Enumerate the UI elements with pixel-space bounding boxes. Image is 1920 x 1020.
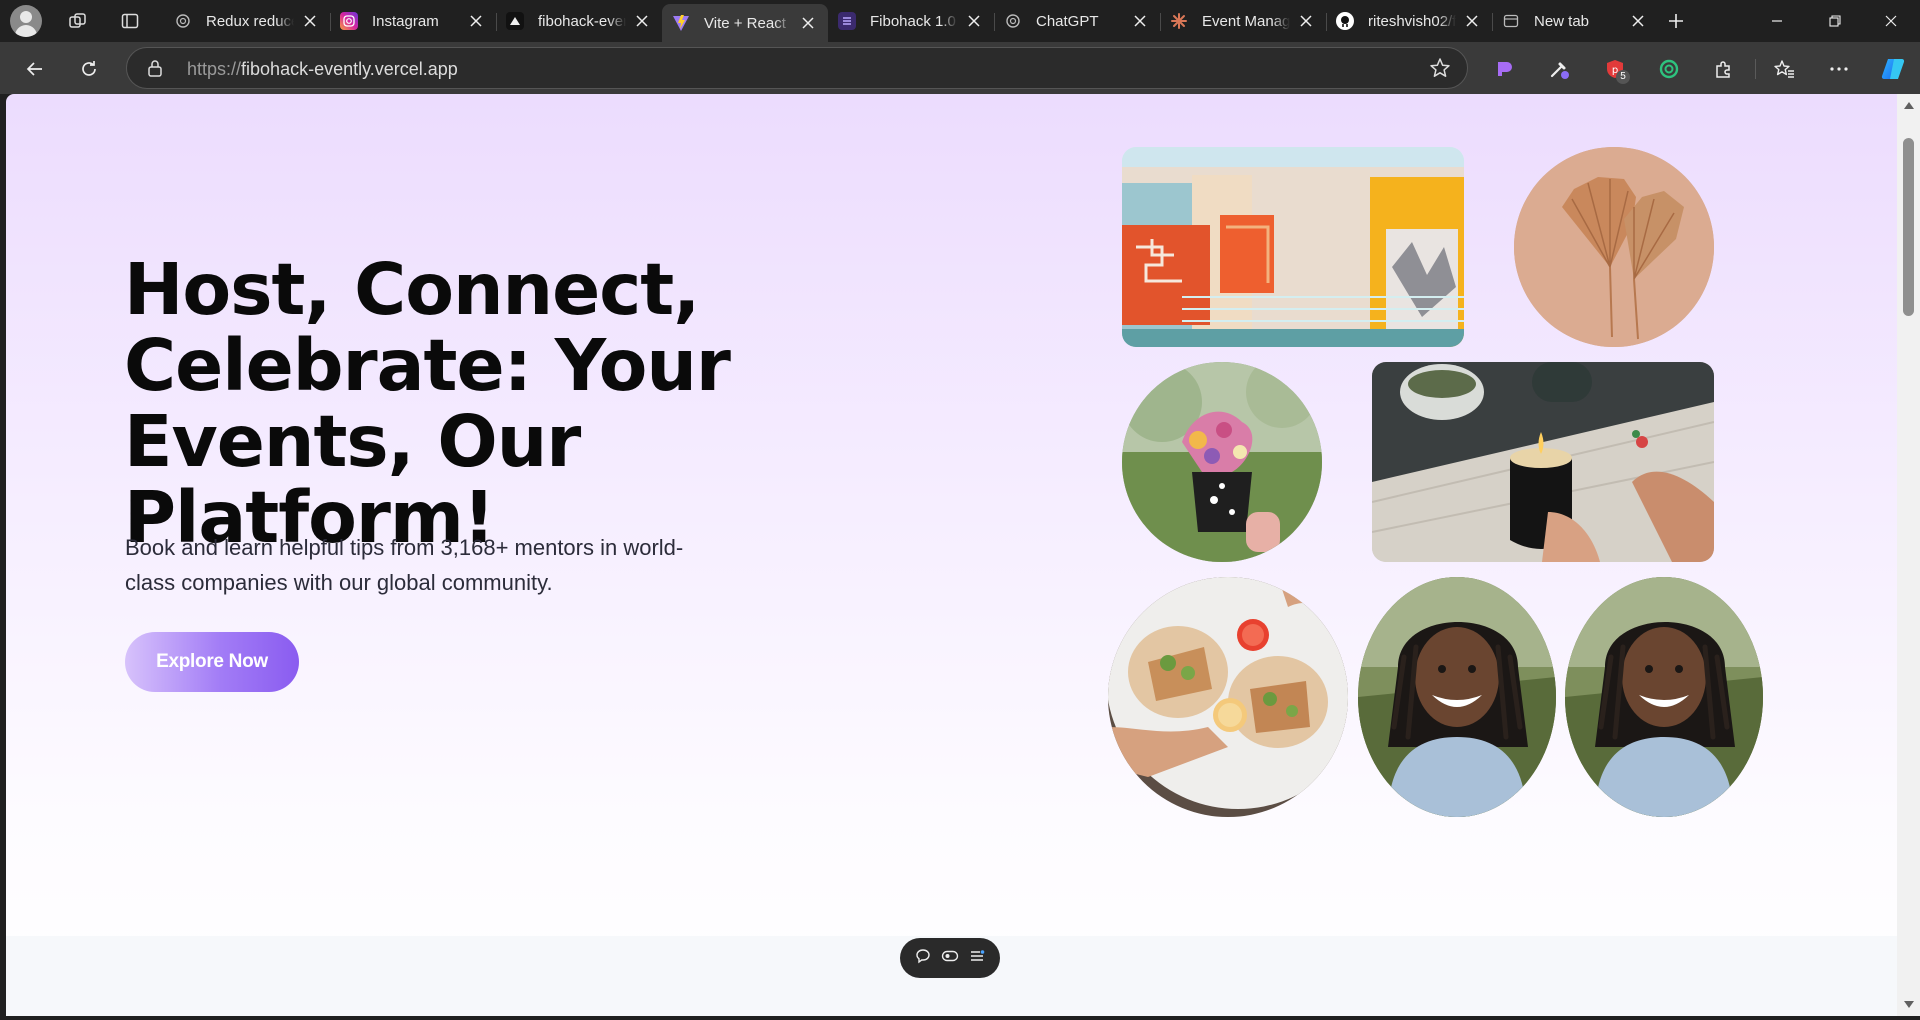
instagram-icon [340,12,358,30]
tab-title: fibohack-evently [538,12,626,30]
explore-now-button[interactable]: Explore Now [125,632,299,692]
candle-on-desk-photo [1372,362,1714,562]
page-scrollbar[interactable] [1897,94,1920,1016]
back-icon[interactable] [18,52,52,86]
address-bar[interactable]: https://fibohack-evently.vercel.app [126,47,1468,89]
dried-palm-leaves-photo [1514,147,1714,347]
tab-title: Redux reducer [206,12,294,30]
page-viewport: Host, Connect, Celebrate: Your Events, O… [6,94,1897,1016]
tab-title: riteshvish02/f [1368,12,1456,30]
food-table-photo [1108,577,1348,817]
vite-icon [672,14,690,32]
url-protocol: https:// [187,59,242,79]
smiling-child-photo [1358,577,1556,817]
favorites-icon[interactable] [1767,52,1801,86]
chatgpt-icon [1004,12,1022,30]
building-photo [1122,147,1464,347]
tab-fibohack-evently[interactable]: fibohack-evently [496,4,662,38]
tab-title: New tab [1534,12,1590,30]
new-tab-button[interactable] [1660,7,1692,35]
tab-github[interactable]: riteshvish02/f [1326,4,1492,38]
tab-title: Event Management [1202,12,1290,30]
copilot-icon[interactable] [1876,52,1910,86]
close-icon[interactable] [964,11,984,31]
flower-bouquet-photo [1122,362,1322,562]
github-icon [1336,12,1354,30]
close-icon[interactable] [466,11,486,31]
close-window-icon[interactable] [1862,0,1920,42]
tab-fibohack[interactable]: Fibohack 1.0 [828,4,994,38]
menu-list-icon[interactable] [969,948,985,969]
tab-instagram[interactable]: Instagram [330,4,496,38]
floating-toolbar [900,938,1000,978]
profile-avatar[interactable] [10,5,42,37]
vertical-tabs-icon[interactable] [114,7,146,35]
url-host: fibohack-evently.vercel.app [241,59,458,79]
tab-title: ChatGPT [1036,12,1099,30]
tab-title: Fibohack 1.0 [870,12,956,30]
scroll-down-icon[interactable] [1904,1001,1914,1008]
extension-shield-icon[interactable]: p 5 [1598,52,1632,86]
chatgpt-icon [174,12,192,30]
vercel-icon [506,12,524,30]
extension-circle-icon[interactable] [1652,52,1686,86]
address-url[interactable]: https://fibohack-evently.vercel.app [187,59,458,80]
tab-list: Redux reducer Instagram fibohack-evently… [164,4,1658,42]
extension-badge: 5 [1616,70,1630,84]
toolbar-separator [1755,59,1756,79]
close-icon[interactable] [300,11,320,31]
close-icon[interactable] [1130,11,1150,31]
more-options-icon[interactable] [1822,52,1856,86]
reload-icon[interactable] [72,52,106,86]
tab-chatgpt[interactable]: ChatGPT [994,4,1160,38]
tab-title: Vite + React [704,14,786,32]
tab-title: Instagram [372,12,439,30]
claude-icon [1170,12,1188,30]
close-icon[interactable] [1296,11,1316,31]
tab-redux-reducer[interactable]: Redux reducer [164,4,330,38]
close-icon[interactable] [1462,11,1482,31]
minimize-icon[interactable] [1748,0,1806,42]
close-icon[interactable] [632,11,652,31]
workspaces-icon[interactable] [62,7,94,35]
toggle-view-icon[interactable] [941,948,959,969]
tab-strip: Redux reducer Instagram fibohack-evently… [0,0,1920,42]
close-icon[interactable] [1628,11,1648,31]
hero-title: Host, Connect, Celebrate: Your Events, O… [124,248,731,559]
favorite-star-icon[interactable] [1429,57,1451,84]
scroll-up-icon[interactable] [1904,102,1914,109]
smiling-child-photo-2 [1565,577,1763,817]
browser-toolbar: https://fibohack-evently.vercel.app p 5 [0,42,1920,94]
extensions-puzzle-icon[interactable] [1707,52,1741,86]
tab-vite-react[interactable]: Vite + React [662,4,828,42]
close-icon[interactable] [798,13,818,33]
devfolio-icon [838,12,856,30]
comment-icon[interactable] [915,948,931,969]
lock-icon[interactable] [147,59,163,82]
hero-subtitle: Book and learn helpful tips from 3,168+ … [125,535,684,595]
newtab-icon [1502,12,1520,30]
extension-purple-icon[interactable] [1487,52,1521,86]
extension-picker-icon[interactable] [1542,52,1576,86]
tab-new-tab[interactable]: New tab [1492,4,1658,38]
restore-icon[interactable] [1806,0,1864,42]
tab-event-management[interactable]: Event Management [1160,4,1326,38]
scrollbar-thumb[interactable] [1903,138,1914,316]
